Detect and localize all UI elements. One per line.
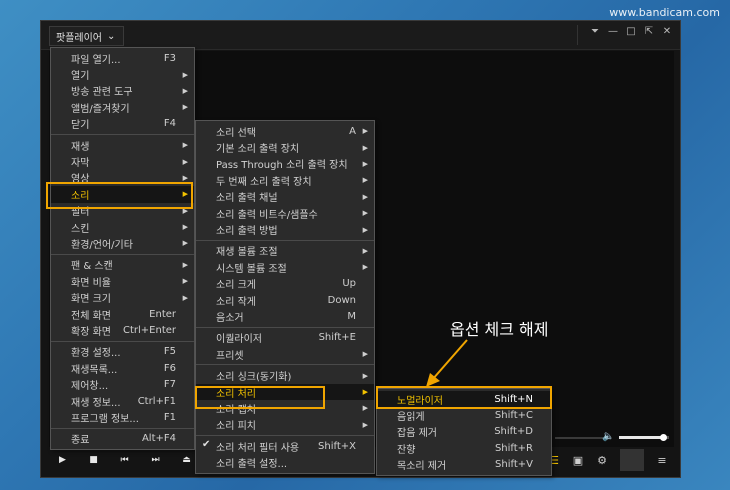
annotation-arrow-head	[426, 373, 440, 387]
annotation-arrow	[426, 339, 468, 387]
annotation-arrow-line	[431, 339, 468, 381]
